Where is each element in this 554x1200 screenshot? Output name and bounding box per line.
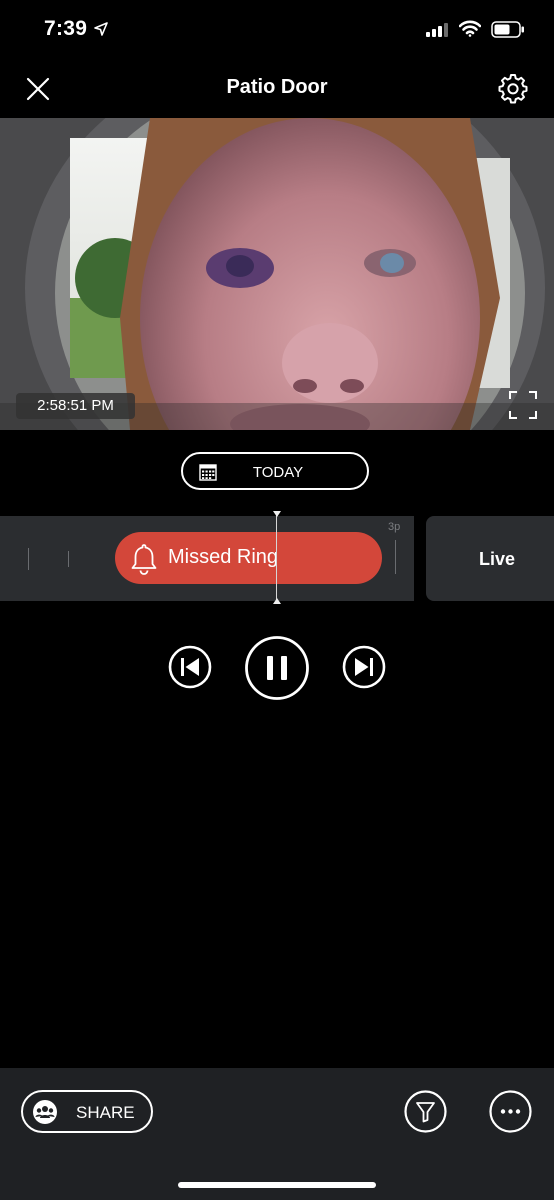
settings-button[interactable]	[497, 72, 529, 104]
event-label: Missed Ring	[168, 546, 279, 568]
missed-ring-event[interactable]: Missed Ring	[115, 532, 382, 584]
live-label: Live	[479, 549, 516, 569]
home-indicator[interactable]	[178, 1182, 376, 1188]
fullscreen-button[interactable]	[508, 390, 538, 420]
timeline-tick	[28, 548, 29, 570]
skip-previous-icon	[168, 645, 212, 689]
filter-icon	[404, 1090, 447, 1133]
date-selector-button[interactable]: TODAY	[181, 452, 369, 490]
timeline-hour-label: 3p	[388, 521, 401, 533]
more-options-button[interactable]	[489, 1090, 532, 1133]
gear-icon	[498, 74, 528, 104]
timeline-tick	[395, 540, 396, 574]
pause-icon	[245, 636, 309, 700]
video-feed[interactable]	[0, 118, 554, 430]
battery-icon	[491, 21, 524, 38]
status-time: 7:39	[44, 17, 88, 40]
date-selector-label: TODAY	[252, 464, 304, 481]
page-title: Patio Door	[226, 76, 328, 98]
skip-previous-button[interactable]	[168, 645, 212, 689]
fullscreen-icon	[509, 391, 537, 419]
cellular-signal-icon	[426, 23, 448, 37]
playhead-top-marker	[273, 511, 281, 517]
timeline-playhead[interactable]	[276, 512, 277, 604]
location-arrow-icon	[94, 22, 108, 36]
more-icon	[489, 1090, 532, 1133]
bottom-toolbar	[0, 1068, 554, 1200]
video-timestamp: 2:58:51 PM	[16, 393, 135, 419]
live-button[interactable]: Live	[426, 516, 554, 601]
bell-icon	[131, 544, 157, 575]
wifi-icon	[459, 20, 481, 37]
skip-next-button[interactable]	[342, 645, 386, 689]
share-label: SHARE	[76, 1103, 135, 1122]
neighbors-icon	[33, 1100, 57, 1124]
skip-next-icon	[342, 645, 386, 689]
playhead-bottom-marker	[273, 598, 281, 604]
pause-button[interactable]	[244, 635, 310, 701]
share-button[interactable]: SHARE	[21, 1090, 153, 1133]
filter-button[interactable]	[404, 1090, 447, 1133]
timeline-tick	[68, 551, 69, 567]
